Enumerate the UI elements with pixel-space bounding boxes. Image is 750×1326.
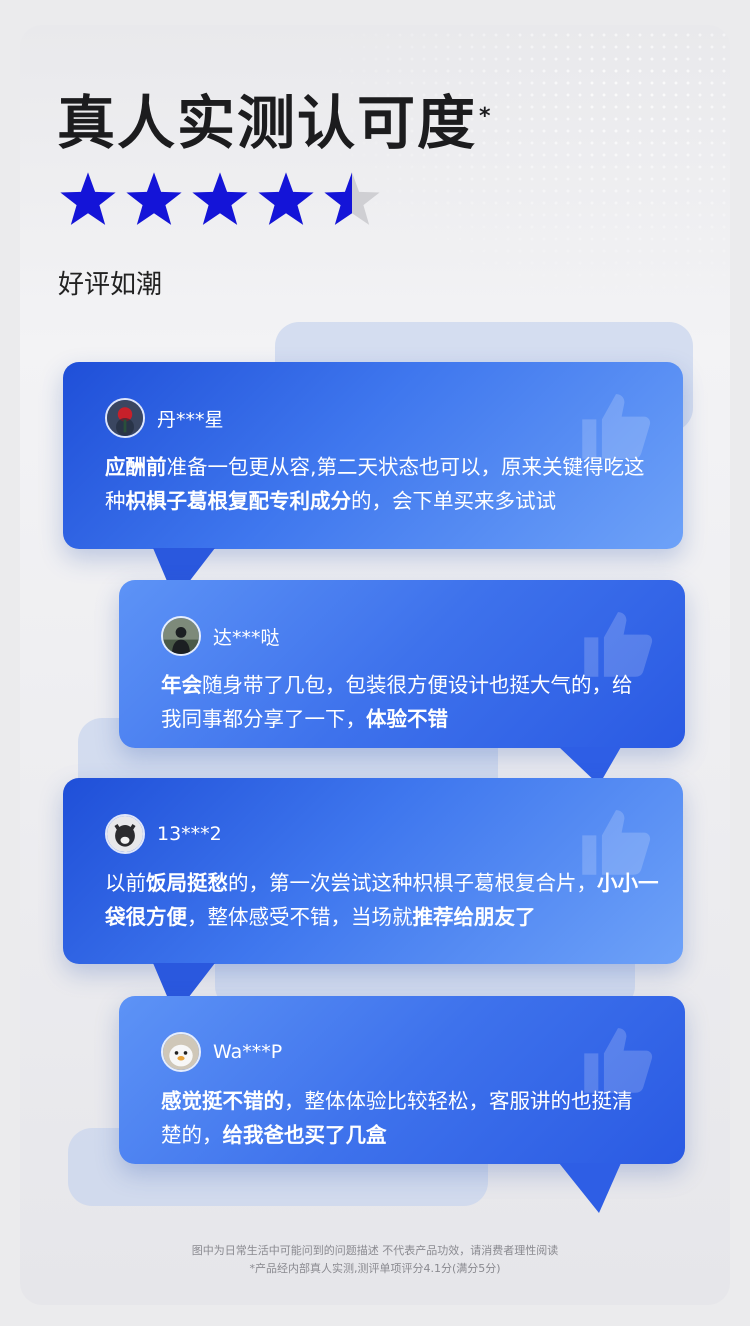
star-rating	[58, 170, 382, 230]
rose-avatar-icon	[107, 400, 143, 436]
review-highlight: 感觉挺不错的	[161, 1089, 284, 1113]
review-segment: ，整体感受不错，当场就	[187, 905, 413, 929]
star-icon	[126, 172, 182, 225]
username: 丹***星	[157, 408, 224, 431]
silhouette-avatar-icon	[163, 618, 199, 654]
star-icon	[258, 172, 314, 225]
star-icon	[60, 172, 116, 225]
review-highlight: 应酬前	[105, 455, 167, 479]
user-avatar	[105, 398, 145, 438]
star-icon	[324, 172, 380, 225]
penguin-avatar-icon	[163, 1034, 199, 1070]
user-avatar	[161, 1032, 201, 1072]
review-highlight: 饭局挺愁	[146, 871, 228, 895]
username: 达***哒	[213, 626, 280, 649]
review-text: 感觉挺不错的，整体体验比较轻松，客服讲的也挺清楚的，给我爸也买了几盒	[161, 1084, 651, 1152]
page-subtitle: 好评如潮	[58, 270, 163, 300]
review-segment: 的，第一次尝试这种枳椇子葛根复合片，	[228, 871, 597, 895]
review-card: Wa***P 感觉挺不错的，整体体验比较轻松，客服讲的也挺清楚的，给我爸也买了几…	[119, 996, 685, 1213]
review-text: 以前饭局挺愁的，第一次尝试这种枳椇子葛根复合片，小小一袋很方便，整体感受不错，当…	[105, 866, 660, 934]
footnote-line: *产品经内部真人实测,测评单项评分4.1分(满分5分)	[249, 1262, 501, 1275]
dog-avatar-icon	[107, 816, 143, 852]
review-highlight: 枳椇子葛根复配专利成分	[125, 489, 352, 513]
review-text: 应酬前准备一包更从容,第二天状态也可以，原来关键得吃这种枳椇子葛根复配专利成分的…	[105, 450, 660, 518]
title-footnote-mark: *	[479, 104, 493, 129]
review-highlight: 体验不错	[366, 707, 448, 731]
dot-pattern-decoration	[310, 25, 730, 305]
user-avatar	[161, 616, 201, 656]
review-highlight: 给我爸也买了几盒	[222, 1123, 387, 1147]
disclaimer-line: 图中为日常生活中可能问到的问题描述 不代表产品功效，请消费者理性阅读	[191, 1244, 559, 1257]
user-avatar	[105, 814, 145, 854]
page-title: 真人实测认可度*	[57, 89, 493, 157]
bubble-tail	[559, 1163, 621, 1213]
review-card: 13***2 以前饭局挺愁的，第一次尝试这种枳椇子葛根复合片，小小一袋很方便，整…	[63, 778, 683, 1015]
star-icon	[192, 172, 248, 225]
review-card: 达***哒 年会随身带了几包，包装很方便设计也挺大气的，给我同事都分享了一下，体…	[119, 580, 685, 785]
username: 13***2	[157, 823, 222, 845]
review-highlight: 推荐给朋友了	[412, 905, 536, 929]
username: Wa***P	[213, 1041, 283, 1063]
review-card: 丹***星 应酬前准备一包更从容,第二天状态也可以，原来关键得吃这种枳椇子葛根复…	[63, 362, 683, 600]
review-text: 年会随身带了几包，包装很方便设计也挺大气的，给我同事都分享了一下，体验不错	[161, 668, 651, 736]
review-segment: 的，会下单买来多试试	[351, 489, 556, 513]
review-segment: 以前	[105, 871, 146, 895]
review-highlight: 年会	[161, 673, 202, 697]
